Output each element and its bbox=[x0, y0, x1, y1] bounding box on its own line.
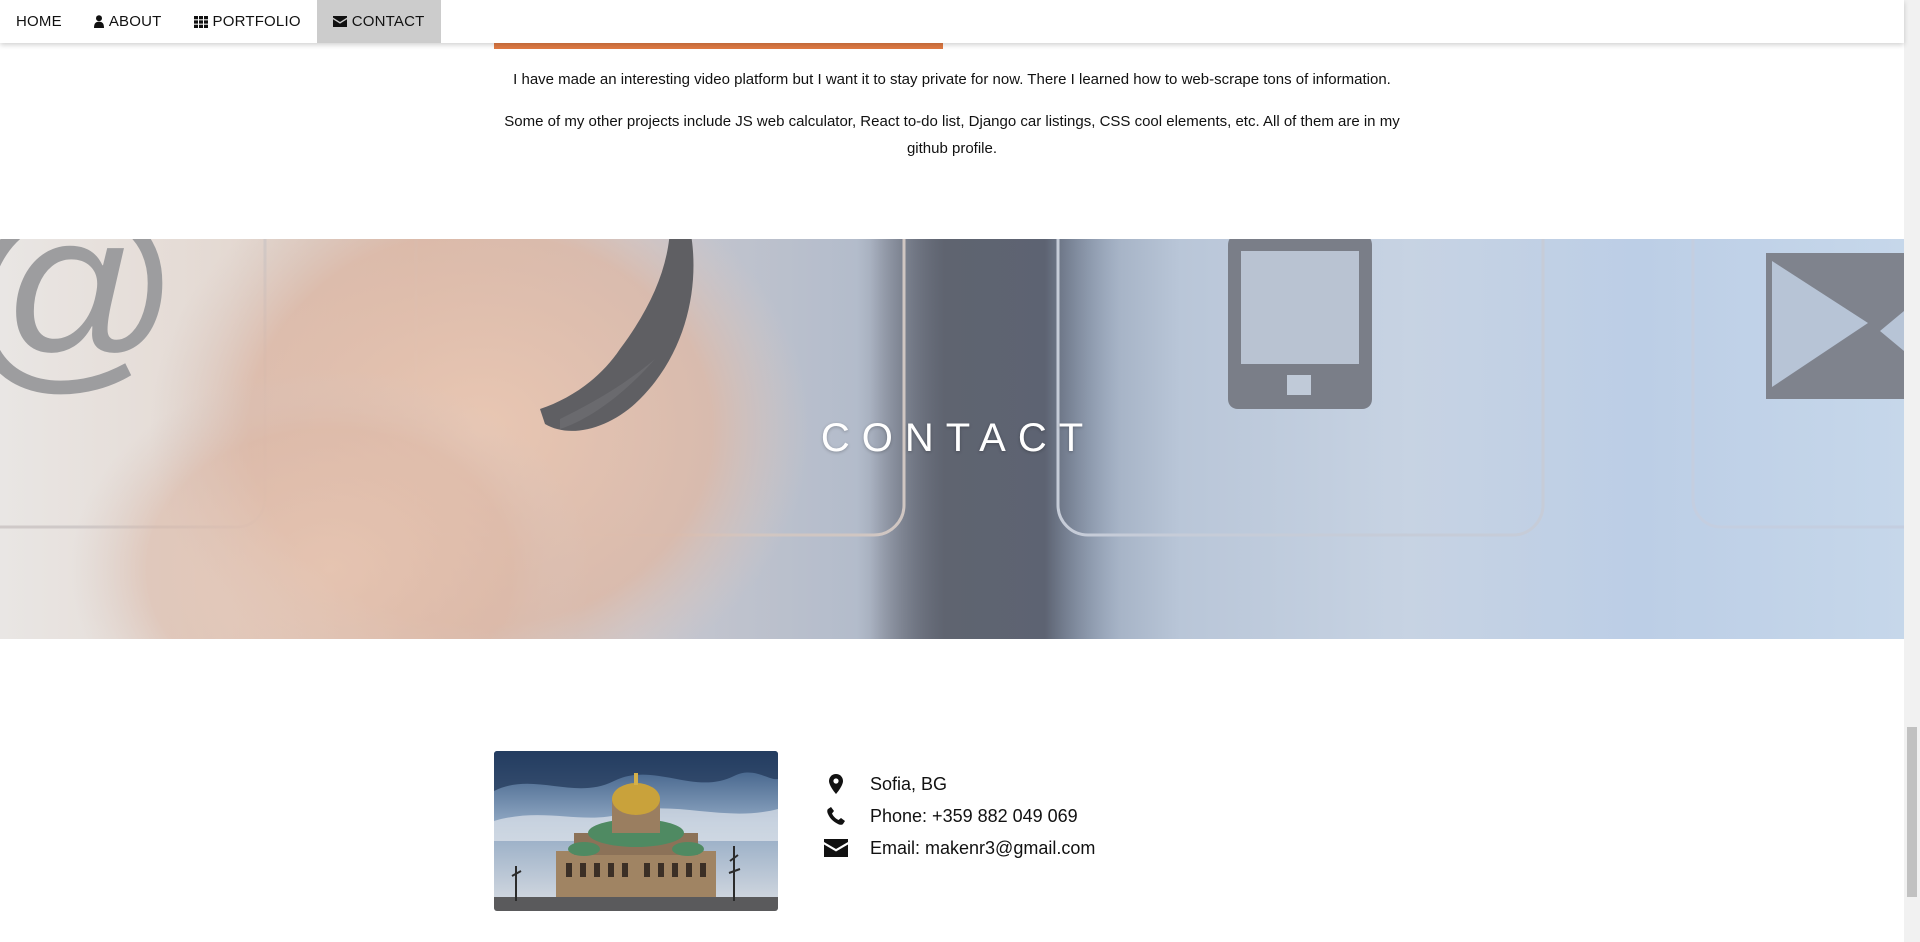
contact-location-row: Sofia, BG bbox=[812, 768, 1095, 800]
contact-banner: @ CONTACT bbox=[0, 239, 1904, 639]
nav-home[interactable]: HOME bbox=[0, 0, 78, 43]
envelope-icon bbox=[332, 16, 347, 27]
nav-portfolio-label: PORTFOLIO bbox=[212, 13, 301, 30]
portfolio-paragraph: I have made an interesting video platfor… bbox=[513, 71, 1391, 88]
phone-icon bbox=[812, 807, 860, 825]
portfolio-description: I have made an interesting video platfor… bbox=[494, 66, 1410, 162]
nav-portfolio[interactable]: PORTFOLIO bbox=[178, 0, 317, 43]
envelope-icon bbox=[812, 839, 860, 857]
portfolio-image-left-edge bbox=[494, 43, 943, 49]
user-icon bbox=[93, 15, 104, 28]
nav-about[interactable]: ABOUT bbox=[78, 0, 178, 43]
page: HOME ABOUT PORTFOLIO CONTACT I have made… bbox=[0, 0, 1920, 942]
nav-contact[interactable]: CONTACT bbox=[316, 0, 441, 43]
scrollbar-thumb[interactable] bbox=[1907, 727, 1917, 897]
nav-home-label: HOME bbox=[16, 13, 62, 30]
nav-about-label: ABOUT bbox=[108, 13, 162, 30]
map-marker-icon bbox=[812, 774, 860, 794]
portfolio-paragraph: Some of my other projects include JS web… bbox=[504, 113, 1400, 157]
envelope-key-icon bbox=[1766, 253, 1904, 399]
contact-phone-row: Phone: +359 882 049 069 bbox=[812, 800, 1095, 832]
contact-phone-text: Phone: +359 882 049 069 bbox=[870, 805, 1078, 826]
nav-contact-label: CONTACT bbox=[351, 13, 425, 30]
contact-info-list: Sofia, BG Phone: +359 882 049 069 Email:… bbox=[812, 768, 1095, 864]
grid-icon bbox=[193, 15, 208, 28]
contact-location-text: Sofia, BG bbox=[870, 773, 948, 794]
sofia-cathedral-photo bbox=[494, 751, 778, 911]
contact-email-text[interactable]: Email: makenr3@gmail.com bbox=[870, 838, 1095, 859]
vertical-scrollbar[interactable] bbox=[1904, 0, 1920, 942]
contact-email-row: Email: makenr3@gmail.com bbox=[812, 832, 1095, 864]
at-symbol-icon: @ bbox=[0, 239, 181, 411]
contact-section-title: CONTACT bbox=[820, 416, 1096, 460]
top-navbar: HOME ABOUT PORTFOLIO CONTACT bbox=[0, 0, 1904, 43]
mobile-phone-icon bbox=[1228, 239, 1372, 409]
